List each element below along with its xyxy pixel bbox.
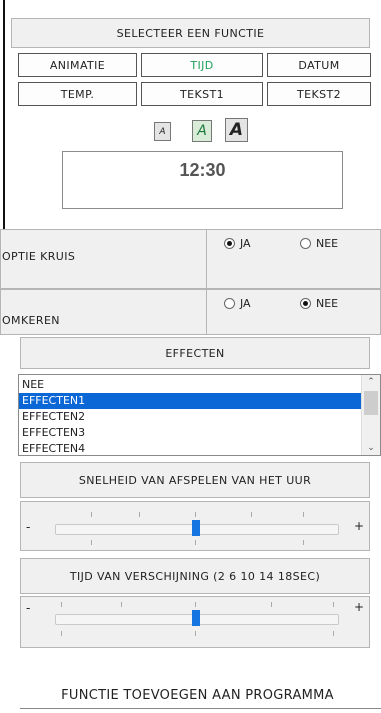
tick [195,512,196,517]
radio-selected-icon [300,298,311,309]
appear-header: TIJD VAN VERSCHIJNING (2 6 10 14 18SEC) [20,558,370,594]
footer-divider [20,708,381,709]
appear-plus-label: + [354,600,365,614]
add-to-program-label[interactable]: FUNCTIE TOEVOEGEN AAN PROGRAMMA [14,688,381,703]
option-reverse-divider [206,289,207,335]
function-button-tekst2[interactable]: TEKST2 [267,82,371,106]
tick [139,512,140,517]
tick [303,540,304,545]
list-item[interactable]: NEE [19,377,362,393]
function-button-label: ANIMATIE [49,58,106,72]
font-size-medium-label: A [197,123,207,139]
tick [195,540,196,545]
tick [91,540,92,545]
speed-title: SNELHEID VAN AFSPELEN VAN HET UUR [78,473,312,487]
function-button-label: TEKST2 [297,87,341,101]
tick [121,602,122,607]
list-item[interactable]: EFFECTEN3 [19,425,362,441]
option-cross-no-label: NEE [316,237,339,250]
function-button-animatie[interactable]: ANIMATIE [18,53,137,77]
tick [333,602,334,607]
effects-title: EFFECTEN [165,346,225,360]
option-cross-no[interactable]: NEE [300,237,338,250]
option-reverse-yes-label: JA [240,297,251,310]
effects-scrollbar[interactable]: ⌃ ⌄ [361,375,380,455]
font-size-large-button[interactable]: A [225,118,248,142]
list-item[interactable]: EFFECTEN2 [19,409,362,425]
tick [251,512,252,517]
option-reverse-no[interactable]: NEE [300,297,338,310]
scrollbar-thumb[interactable] [364,391,378,415]
tick [303,512,304,517]
effects-header: EFFECTEN [20,337,370,369]
tick [61,602,62,607]
option-cross-yes[interactable]: JA [224,237,251,250]
function-button-label: DATUM [298,58,340,72]
function-button-tekst1[interactable]: TEKST1 [141,82,263,106]
option-reverse-label: OMKEREN [2,314,60,327]
appear-minus-label: - [26,601,31,615]
option-reverse-row [0,289,381,335]
tick [271,602,272,607]
font-size-medium-button[interactable]: A [192,120,212,142]
option-cross-divider [206,229,207,289]
function-button-label: TEKST1 [180,87,224,101]
font-size-small-button[interactable]: A [154,122,171,141]
scroll-up-icon[interactable]: ⌃ [362,375,380,389]
radio-selected-icon [224,238,235,249]
function-header-title: SELECTEER EEN FUNCTIE [116,26,265,40]
tick [195,631,196,636]
radio-unselected-icon [224,298,235,309]
option-reverse-no-label: NEE [316,297,339,310]
appear-title: TIJD VAN VERSCHIJNING (2 6 10 14 18SEC) [69,569,321,583]
function-header: SELECTEER EEN FUNCTIE [11,18,370,48]
time-display-value: 12:30 [179,160,226,180]
speed-minus-label: - [26,520,31,534]
option-cross-label: OPTIE KRUIS [2,250,76,263]
scroll-down-icon[interactable]: ⌄ [362,441,380,455]
tick [61,631,62,636]
function-button-datum[interactable]: DATUM [267,53,371,77]
option-reverse-yes[interactable]: JA [224,297,251,310]
speed-header: SNELHEID VAN AFSPELEN VAN HET UUR [20,462,370,498]
radio-unselected-icon [300,238,311,249]
option-cross-yes-label: JA [240,237,251,250]
function-button-temp[interactable]: TEMP. [18,82,137,106]
list-item-selected[interactable]: EFFECTEN1 [19,393,362,409]
tick [91,512,92,517]
speed-slider-area: - + [20,501,370,551]
function-button-label: TEMP. [60,87,95,101]
function-button-tijd[interactable]: TIJD [141,53,263,77]
font-size-large-label: A [229,120,244,140]
tick [195,602,196,607]
speed-slider-thumb[interactable] [192,520,200,536]
appear-slider-area: - + [20,596,370,648]
tick [333,631,334,636]
speed-plus-label: + [354,519,365,533]
font-size-small-label: A [159,126,166,137]
list-item[interactable]: EFFECTEN4 [19,441,362,455]
function-button-label: TIJD [190,58,214,72]
effects-listbox[interactable]: NEE EFFECTEN1 EFFECTEN2 EFFECTEN3 EFFECT… [18,374,381,456]
appear-slider-thumb[interactable] [192,610,200,626]
